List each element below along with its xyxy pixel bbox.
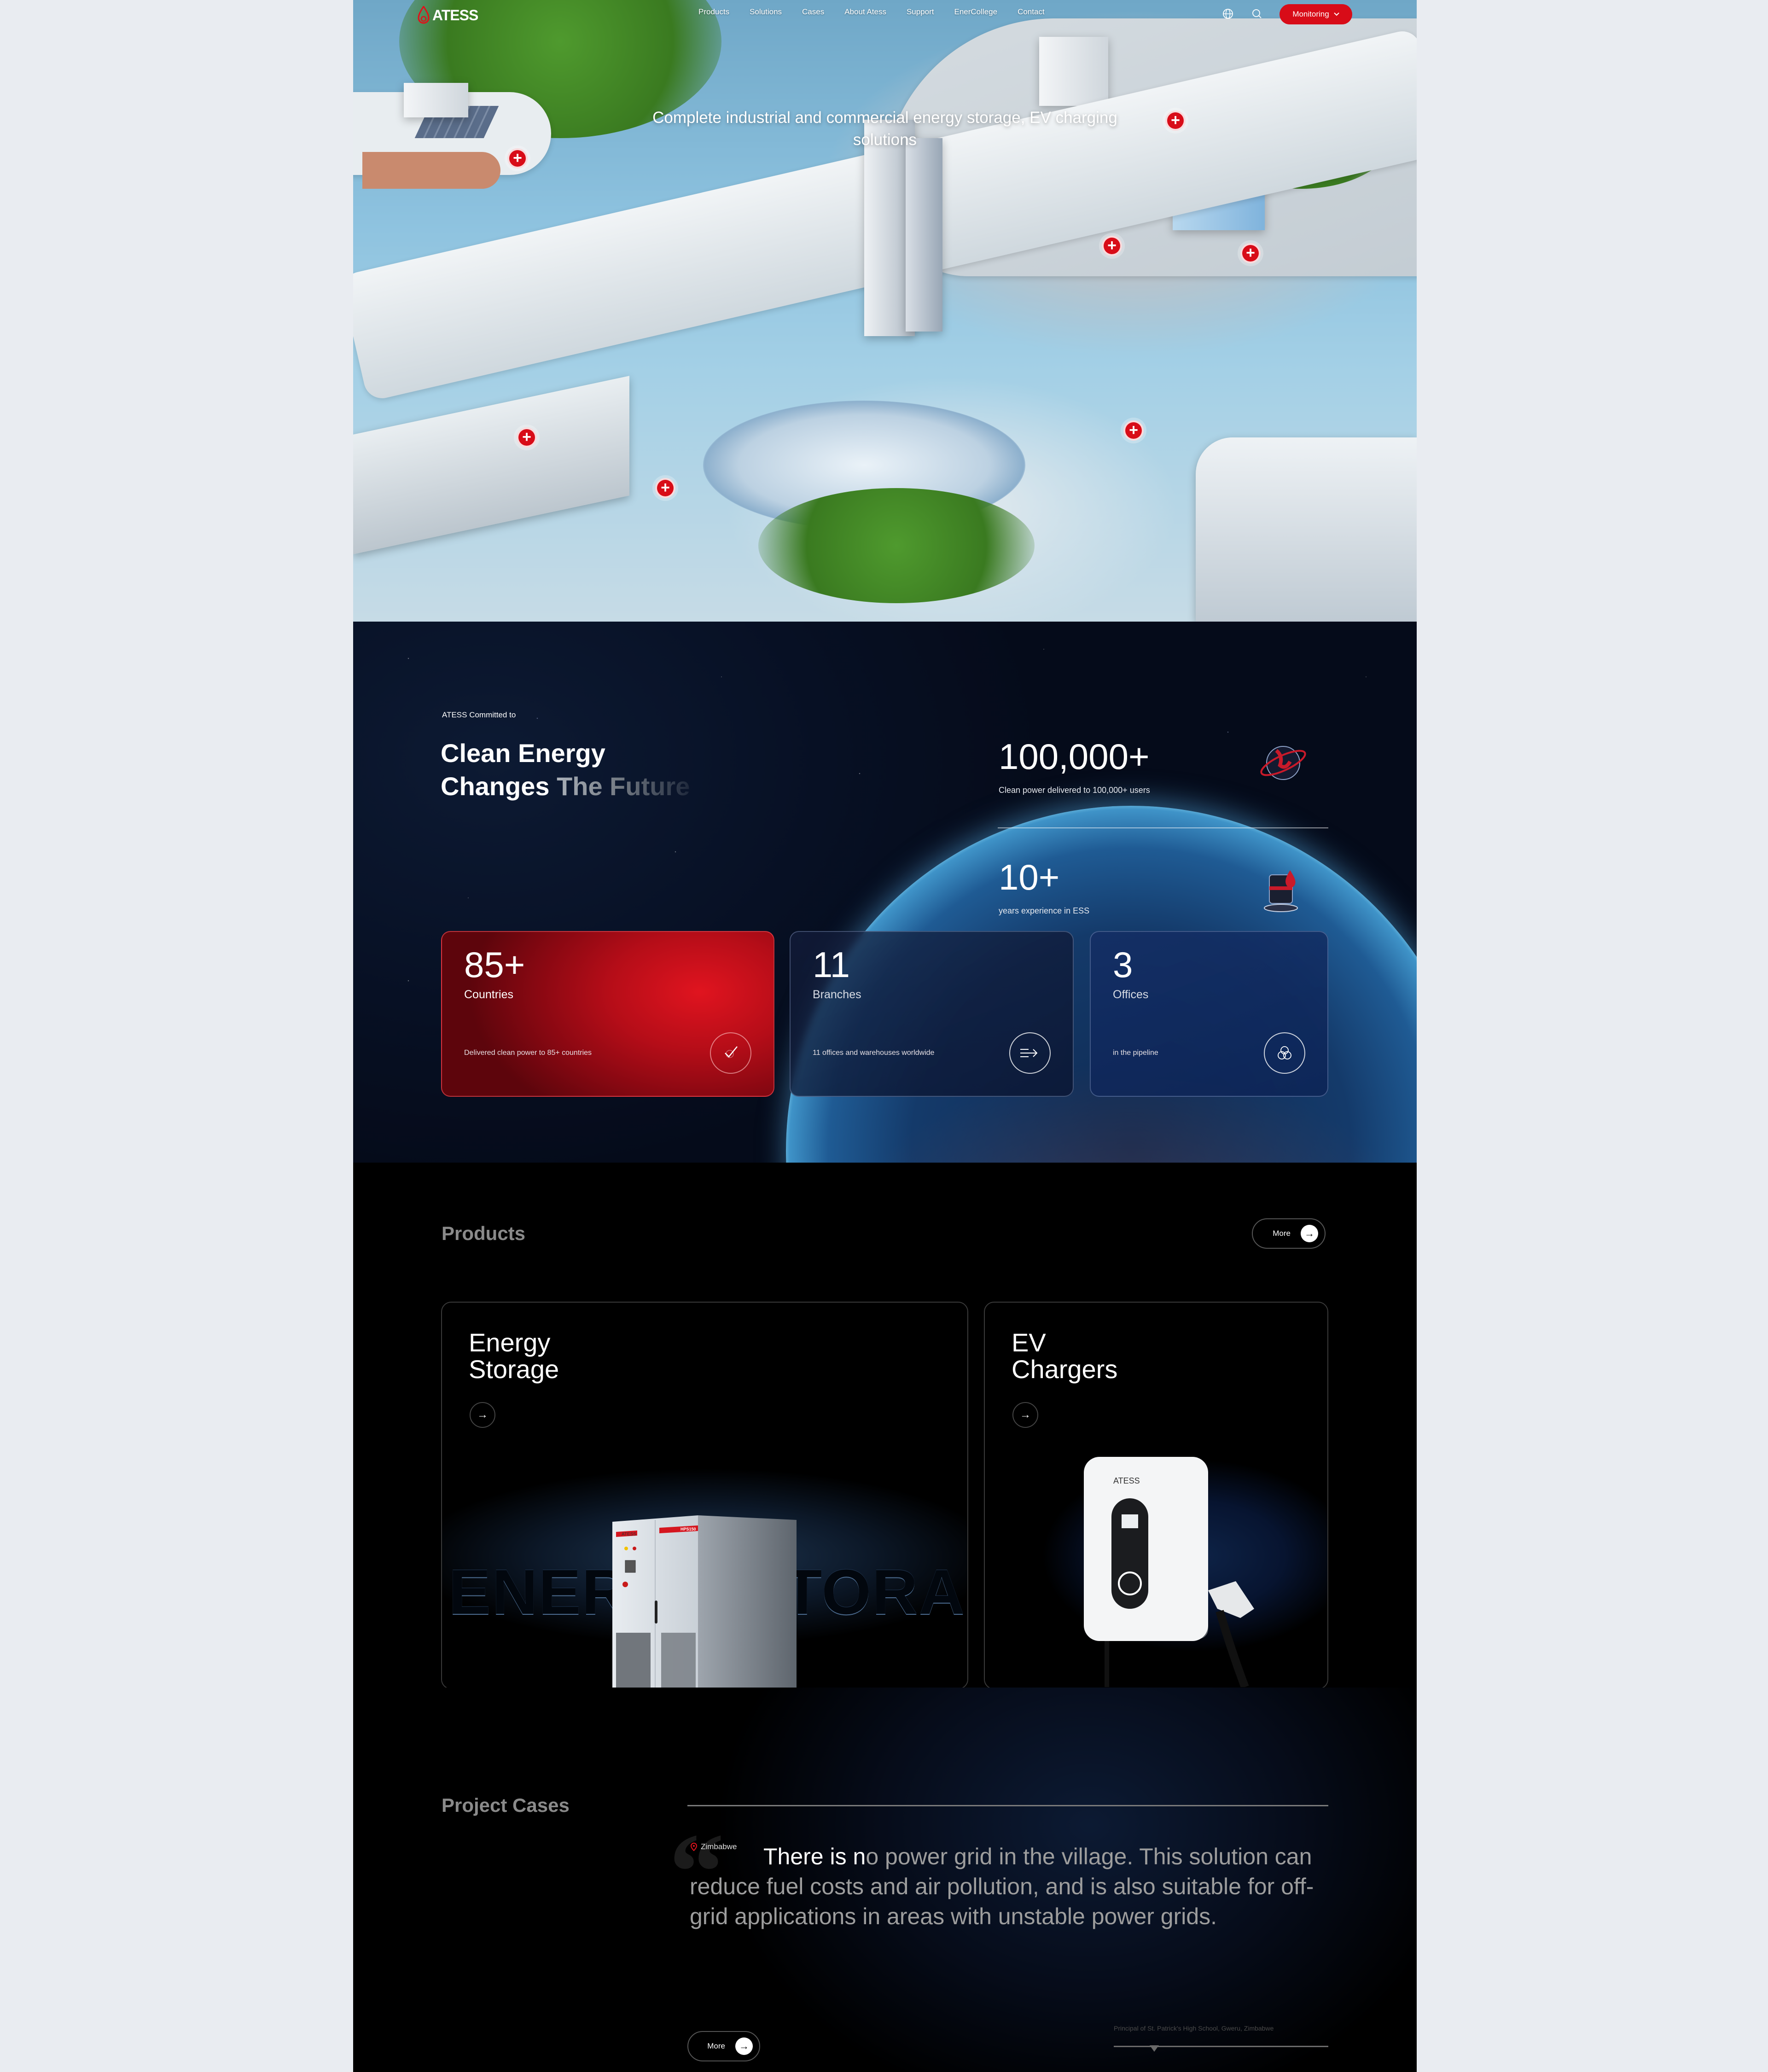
hero-charging-station [353, 376, 629, 554]
stat-years-caption: years experience in ESS [999, 906, 1090, 915]
stat-card-desc: Delivered clean power to 85+ countries [464, 1049, 592, 1057]
case-location: Zimbabwe [691, 1842, 737, 1851]
page: + + + + + + + ATESS Products Solutions C… [353, 0, 1417, 2072]
hero-park [758, 488, 1035, 603]
stats-section: ATESS Committed to Clean Energy Changes … [353, 622, 1417, 1163]
stat-card-label: Offices [1113, 988, 1149, 1001]
arrow-right-icon[interactable]: → [470, 1402, 495, 1428]
products-title: Products [442, 1222, 526, 1244]
cases-divider [687, 1805, 1328, 1806]
hero-hotspot[interactable]: + [1102, 236, 1122, 256]
brand-wordmark: ATESS [432, 6, 478, 23]
product-title: Energy Storage [469, 1329, 559, 1383]
hero-tagline: Complete industrial and commercial energ… [652, 109, 1117, 149]
stats-divider [998, 827, 1328, 828]
top-nav: ATESS Products Solutions Cases About Ate… [353, 0, 1417, 32]
hero-plaza [362, 152, 500, 189]
hero-hotspot[interactable]: + [1123, 420, 1144, 441]
case-quote: There is no power grid in the village. T… [690, 1842, 1330, 1932]
case-quote-highlight: There is n [763, 1844, 866, 1869]
monitoring-dropdown[interactable]: Monitoring [1279, 4, 1352, 24]
arrow-in-icon [1009, 1032, 1051, 1074]
stat-card-value: 85+ [464, 944, 525, 985]
cabinet-model-label: HPS150 [680, 1527, 696, 1531]
nav-link-about[interactable]: About Atess [844, 7, 886, 17]
author-notch [1150, 2045, 1159, 2052]
stat-years-value: 10+ [999, 857, 1060, 897]
nav-links: Products Solutions Cases About Atess Sup… [698, 7, 1045, 17]
nav-link-products[interactable]: Products [698, 7, 729, 17]
more-label: More [1273, 1229, 1291, 1238]
author-divider [1114, 2046, 1328, 2047]
arrow-right-icon[interactable]: → [1012, 1402, 1038, 1428]
stat-card-value: 11 [813, 944, 850, 985]
chevron-down-icon [1333, 12, 1339, 16]
product-title-line2: Chargers [1012, 1355, 1118, 1384]
case-location-label: Zimbabwe [701, 1842, 737, 1851]
cabinet-brand-label: ATESS [622, 1532, 636, 1537]
arrow-right-icon: → [735, 2037, 753, 2055]
stat-card-desc: 11 offices and warehouses worldwide [813, 1049, 935, 1057]
hero-building-right [1196, 437, 1417, 622]
hero-hotspot[interactable]: + [507, 148, 528, 169]
hero-section: + + + + + + + ATESS Products Solutions C… [353, 0, 1417, 622]
nav-link-contact[interactable]: Contact [1018, 7, 1045, 17]
brand-logo[interactable]: ATESS [418, 4, 478, 27]
stat-card-countries[interactable]: 85+ Countries Delivered clean power to 8… [441, 931, 774, 1097]
hero-hotspot[interactable]: + [655, 478, 675, 498]
stat-card-label: Countries [464, 988, 513, 1001]
search-icon[interactable] [1251, 8, 1262, 19]
hero-container-building [404, 83, 468, 117]
stats-title-line2a: Changes [441, 772, 550, 801]
check-user-icon [710, 1032, 751, 1074]
ev-charger-image: ATESS [1084, 1457, 1254, 1687]
stat-card-label: Branches [813, 988, 861, 1001]
stat-card-desc: in the pipeline [1113, 1049, 1158, 1057]
arrow-right-icon: → [1301, 1225, 1318, 1242]
stats-title-line2b: The Future [557, 772, 690, 801]
hero-hotspot[interactable]: + [1165, 111, 1186, 131]
hero-tower-2 [906, 138, 942, 332]
stats-kicker: ATESS Committed to [442, 710, 516, 719]
nav-link-solutions[interactable]: Solutions [750, 7, 782, 17]
stats-title-line1: Clean Energy [441, 739, 605, 768]
battery-stack-icon [1264, 870, 1298, 912]
project-cases-section: Project Cases “ There is no power grid i… [353, 1688, 1417, 2072]
stat-years: 10+ years experience in ESS [999, 856, 1089, 916]
product-title: EV Chargers [1012, 1329, 1117, 1383]
product-title-line1: EV [1012, 1328, 1046, 1357]
case-author: Principal of St. Patrick's High School, … [1114, 2025, 1274, 2032]
stat-card-offices[interactable]: 3 Offices in the pipeline [1090, 931, 1328, 1097]
stat-card-value: 3 [1113, 944, 1133, 985]
stat-card-branches[interactable]: 11 Branches 11 offices and warehouses wo… [790, 931, 1074, 1097]
hero-hotspot[interactable]: + [1240, 243, 1261, 263]
product-card-ev-chargers[interactable]: ATESS EV Chargers → [984, 1302, 1328, 1689]
energy-storage-cabinet-image: HPS150 ATESS [612, 1515, 797, 1688]
nav-link-cases[interactable]: Cases [802, 7, 824, 17]
hero-building [1039, 37, 1108, 106]
flame-drop-icon [418, 6, 430, 24]
products-more-button[interactable]: More → [1252, 1218, 1326, 1249]
product-title-line2: Storage [469, 1355, 559, 1384]
nav-link-support[interactable]: Support [907, 7, 934, 17]
overlap-circles-icon [1264, 1032, 1305, 1074]
more-label: More [707, 2042, 725, 2050]
product-card-energy-storage[interactable]: ENERGY STORAGE HPS150 ATESS Energy Sto [441, 1302, 968, 1689]
hero-hotspot[interactable]: + [517, 427, 537, 448]
stat-users-caption: Clean power delivered to 100,000+ users [999, 786, 1150, 795]
stats-title: Clean Energy Changes The Future [441, 737, 690, 803]
nav-link-enercollege[interactable]: EnerCollege [954, 7, 998, 17]
globe-orbit-icon [1260, 746, 1306, 780]
monitoring-label: Monitoring [1292, 10, 1329, 18]
stat-users-value: 100,000+ [999, 736, 1150, 777]
globe-icon[interactable] [1222, 8, 1233, 19]
stat-users: 100,000+ Clean power delivered to 100,00… [999, 736, 1150, 795]
product-title-line1: Energy [469, 1328, 551, 1357]
charger-brand-label: ATESS [1113, 1476, 1140, 1485]
project-cases-title: Project Cases [442, 1794, 570, 1816]
cases-more-button[interactable]: More → [687, 2031, 760, 2061]
location-pin-icon [691, 1843, 697, 1851]
